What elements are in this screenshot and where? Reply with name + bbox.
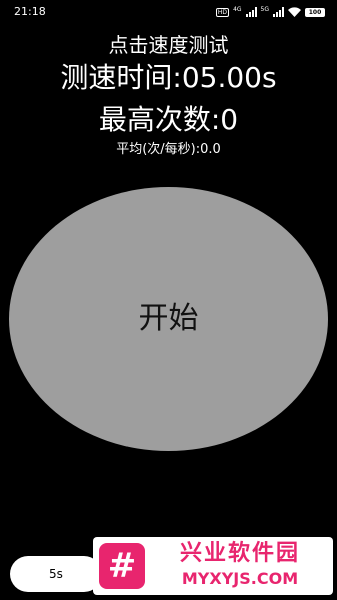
average-display: 平均(次/每秒):0.0 — [116, 142, 221, 157]
network-5g-label: 5G — [260, 5, 269, 13]
max-count-display: 最高次数:0 — [98, 103, 239, 136]
wifi-icon — [288, 7, 301, 17]
status-bar: 21:18 HD 4G 5G 100 — [0, 0, 337, 24]
watermark-url: MYXYJS.COM — [181, 569, 299, 588]
battery-icon: 100 — [305, 7, 325, 17]
timer-display: 测速时间:05.00s — [60, 61, 277, 94]
network-4g-label: 4G — [233, 5, 242, 13]
hd-badge: HD — [215, 7, 230, 17]
page-title: 点击速度测试 — [108, 33, 229, 57]
start-button-label: 开始 — [138, 301, 199, 336]
watermark: # 兴业软件园 MYXYJS.COM — [93, 537, 333, 595]
signal-icon — [245, 7, 257, 17]
signal-icon — [273, 7, 284, 17]
watermark-logo-icon: # — [99, 543, 145, 589]
start-button[interactable]: 开始 — [9, 187, 328, 451]
status-time: 21:18 — [14, 5, 46, 18]
status-icons: HD 4G 5G 100 — [215, 5, 325, 18]
watermark-name: 兴业软件园 — [179, 541, 300, 566]
duration-select[interactable]: 5s — [10, 556, 102, 592]
